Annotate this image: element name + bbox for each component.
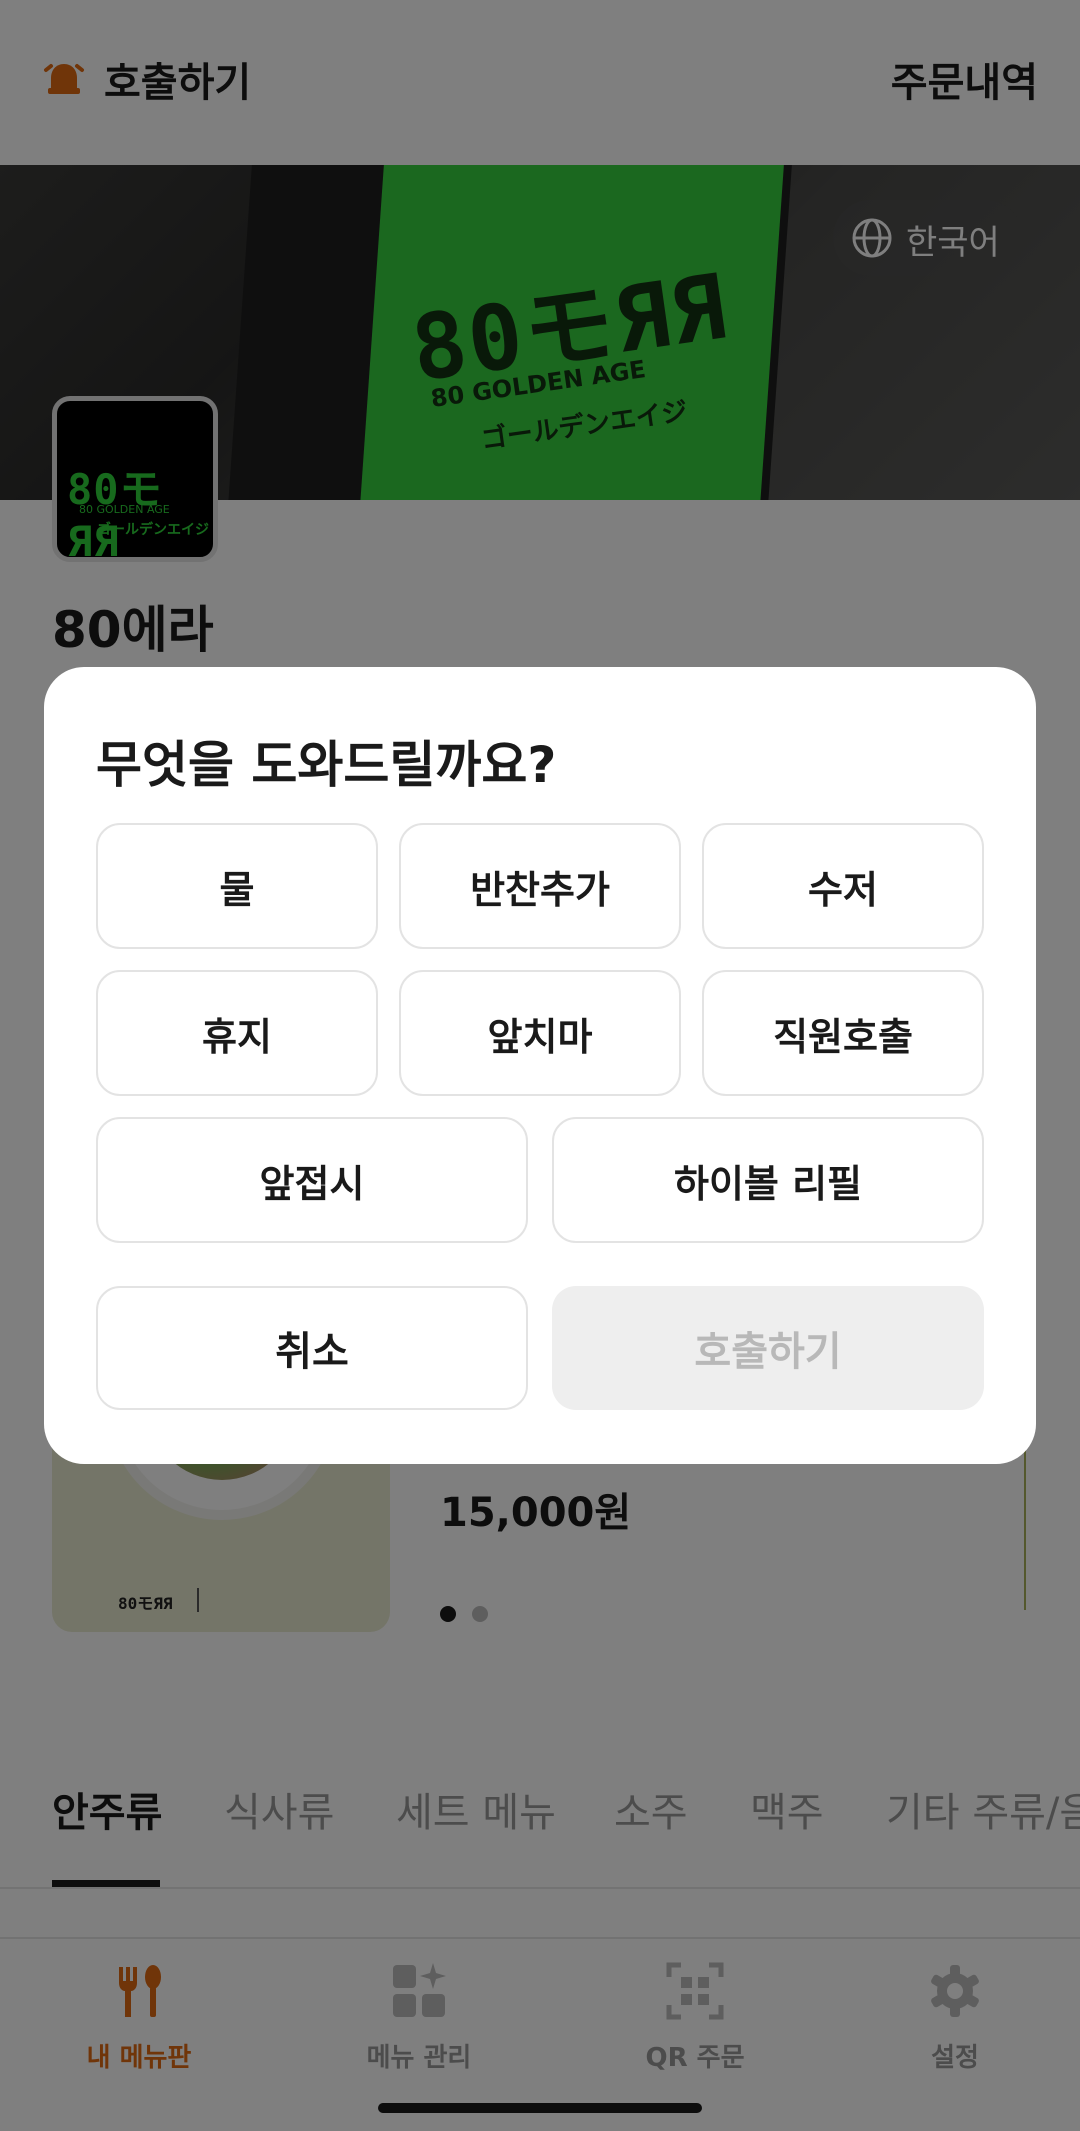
option-tissue[interactable]: 휴지	[96, 970, 378, 1096]
dialog-title: 무엇을 도와드릴까요?	[96, 736, 557, 794]
call-staff-dialog: 무엇을 도와드릴까요? 물 반찬추가 수저 휴지 앞치마 직원호출 앞접시 하이…	[44, 667, 1036, 1464]
option-small-plate[interactable]: 앞접시	[96, 1117, 528, 1243]
option-call-staff[interactable]: 직원호출	[702, 970, 984, 1096]
option-utensils[interactable]: 수저	[702, 823, 984, 949]
call-button[interactable]: 호출하기	[552, 1286, 984, 1410]
option-water[interactable]: 물	[96, 823, 378, 949]
option-side-dish[interactable]: 반찬추가	[399, 823, 681, 949]
option-apron[interactable]: 앞치마	[399, 970, 681, 1096]
option-highball-refill[interactable]: 하이볼 리필	[552, 1117, 984, 1243]
cancel-button[interactable]: 취소	[96, 1286, 528, 1410]
